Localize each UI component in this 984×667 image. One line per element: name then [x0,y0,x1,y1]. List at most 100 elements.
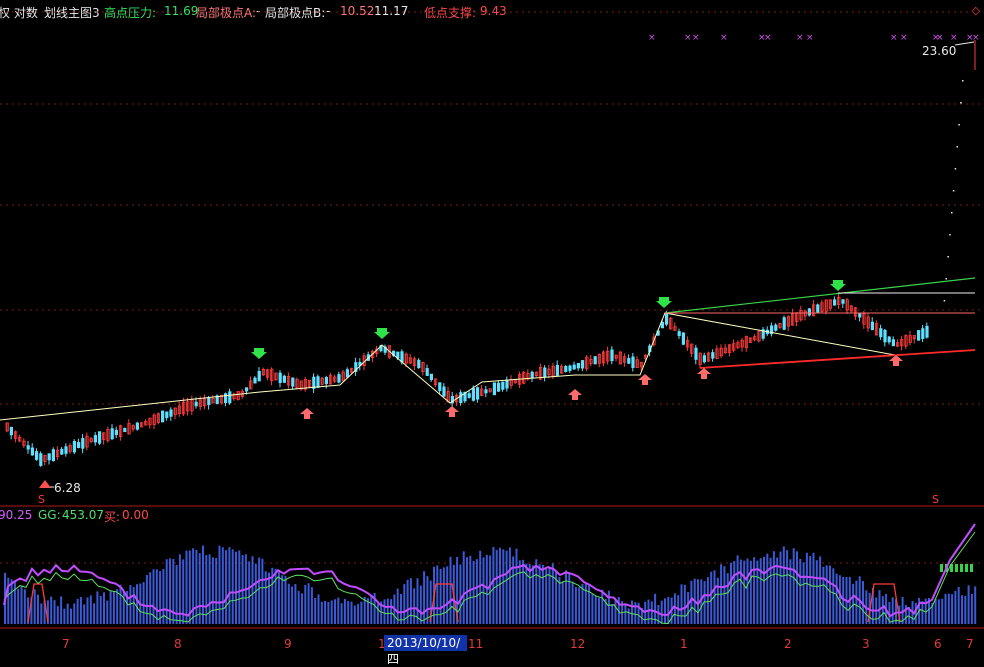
volume-bar [726,573,729,624]
volume-bar [614,599,617,624]
candle-body [30,447,35,456]
volume-bar [650,601,653,624]
volume-bar [145,574,148,624]
candle-body [467,393,471,398]
volume-bar [314,597,317,624]
max-price-label: 23.60 [922,44,956,58]
volume-bar [73,603,76,624]
volume-bar [967,585,970,624]
candle-body [677,331,681,337]
volume-bar [588,584,591,624]
volume-bar [70,608,72,624]
signal-bar [955,564,958,572]
x-marker-icon: × [806,33,814,43]
volume-bar [934,598,937,624]
sell-arrow-icon [830,280,846,291]
volume-bar [353,605,356,624]
volume-bar [347,600,350,624]
candle-body [858,313,862,318]
projection-dot [960,102,962,104]
volume-bar [545,569,548,624]
price-chart[interactable]: × × × × ×× × × × × ×× × ×× 23.60 6.28 S S [0,0,984,655]
volume-bar [776,557,779,624]
candle-body [400,351,404,363]
candle-body [228,391,232,404]
candle-body [782,317,786,330]
volume-bar [574,586,577,624]
xaxis-tick: 2 [784,637,792,651]
volume-bar [598,597,600,624]
volume-bar [571,581,574,624]
volume-bar [231,549,234,624]
candle-body [681,332,686,345]
volume-bar [112,591,115,624]
volume-bar [13,581,16,624]
volume-bar [558,577,561,624]
x-marker-icon: × [764,33,772,43]
volume-bar [142,582,145,624]
candle-body [610,349,614,362]
candle-body [207,397,211,406]
volume-bar [627,608,630,624]
volume-bar [591,594,594,624]
x-marker-icon: × [890,33,898,43]
candle-body [530,371,534,378]
s-marker-left: S [38,493,45,506]
candle-body [47,453,51,461]
candle-body [165,411,169,419]
candle-body [429,373,434,381]
candle-body [123,427,127,432]
volume-bar [442,567,445,624]
volume-bar [284,575,287,624]
volume-bar [485,554,488,624]
xaxis-tick: 7 [62,637,70,651]
time-axis[interactable]: 7 8 9 1 11 12 1 2 3 6 7 [0,633,984,655]
candle-body [160,410,165,423]
volume-bar [93,603,96,624]
volume-bar [680,584,683,624]
projection-dot [947,256,949,258]
candle-body [492,382,497,396]
candle-body [35,451,39,460]
candle-body [51,449,56,461]
volume-bar [76,598,79,624]
volume-bar [63,608,66,624]
volume-bar [759,558,762,624]
volume-bar [291,586,294,624]
volume-bar [667,596,670,624]
candle-body [484,389,488,394]
volume-bar [538,564,541,624]
volume-bar [221,547,224,624]
volume-bar [947,593,950,624]
volume-bar [812,552,815,624]
sell-arrow-icon [374,328,390,339]
xaxis-tick: 6 [934,637,942,651]
volume-bar [805,552,808,624]
volume-bar [508,547,511,624]
candle-body [425,368,429,376]
volume-bar [551,563,554,624]
volume-bar [505,550,508,624]
x-marker-icon: × [950,33,958,43]
volume-bar [10,579,13,624]
candle-body [244,387,249,392]
volume-bar [683,584,686,624]
projection-dot [952,190,955,192]
volume-bar [340,603,343,624]
volume-bar [706,577,709,624]
signal-bar [940,564,943,572]
volume-bar [796,551,798,624]
volume-bar [607,590,610,624]
candle-body [475,387,480,400]
candle-body [833,299,837,306]
volume-bar [792,548,795,624]
volume-bar [743,560,746,624]
candle-body [883,329,887,343]
candle-body [77,442,81,449]
resistance-line [664,277,976,314]
volume-bar [327,601,330,624]
volume-bar [60,596,63,624]
volume-bar [317,594,320,624]
gg-value: 453.07 [62,508,104,522]
candle-body [257,371,261,382]
